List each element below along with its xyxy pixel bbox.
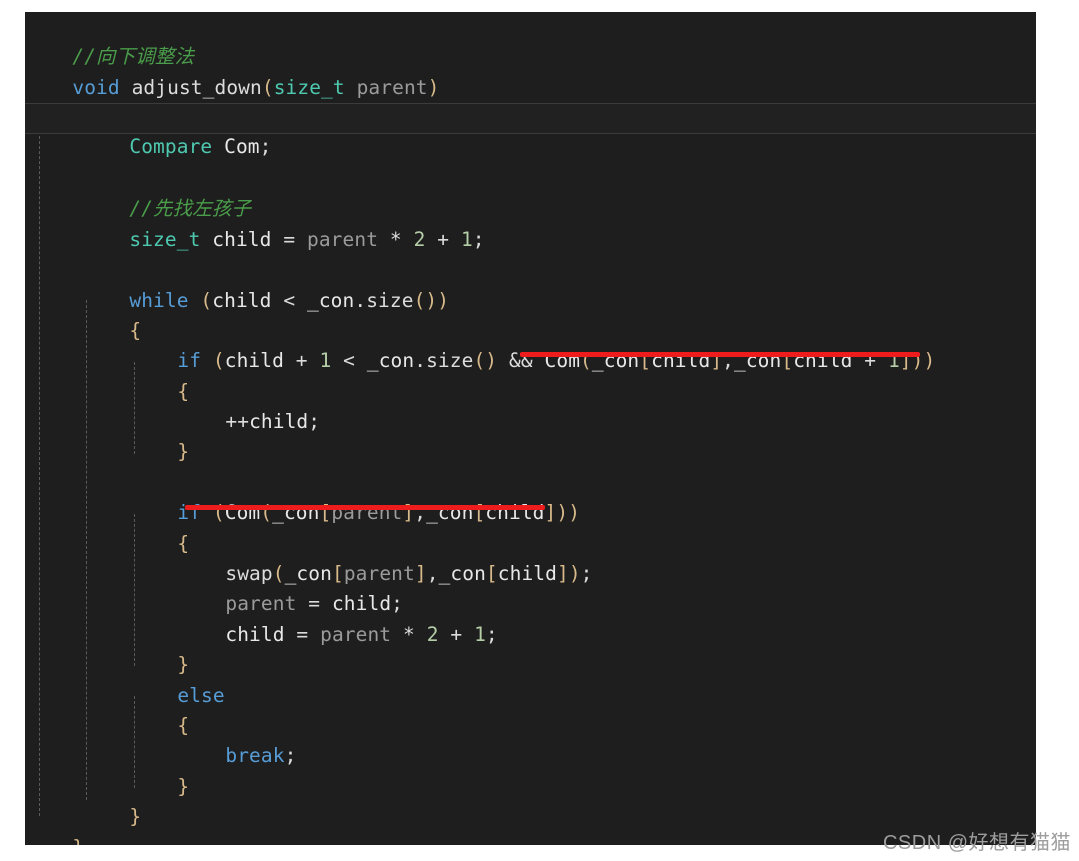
code-line: //先找左孩子 xyxy=(25,164,1036,220)
brace-close-function: } xyxy=(72,836,84,845)
code-line: } xyxy=(25,772,1036,828)
code-line: parent = child; xyxy=(25,559,1036,615)
code-line: { xyxy=(25,286,1036,342)
code-line: child = parent * 2 + 1; xyxy=(25,589,1036,646)
code-line: { xyxy=(25,498,1036,555)
code-line: else xyxy=(25,650,1036,707)
code-line: size_t child = parent * 2 + 1; xyxy=(25,194,1036,251)
code-line: //向下调整法 xyxy=(25,12,1036,68)
code-line: while (child < _con.size()) xyxy=(25,255,1036,312)
code-line: } xyxy=(25,407,1036,463)
code-line: { xyxy=(25,73,1036,129)
code-line: { xyxy=(25,681,1036,737)
red-underline-if-compare-siblings xyxy=(520,352,920,357)
csdn-watermark: CSDN @好想有猫猫 xyxy=(882,832,1071,854)
code-line-current: Compare Com; xyxy=(25,103,1036,158)
code-line: } xyxy=(25,741,1036,798)
code-line: } xyxy=(25,620,1036,676)
code-line: break; xyxy=(25,711,1036,767)
code-line: ++child; xyxy=(25,377,1036,433)
code-line: if (Com(_con[parent],_con[child])) xyxy=(25,468,1036,524)
code-line: if (child + 1 < _con.size() && Com(_con[… xyxy=(25,316,1036,372)
code-line: { xyxy=(25,346,1036,403)
code-line: swap(_con[parent],_con[child]); xyxy=(25,529,1036,585)
red-underline-if-compare-parent-child xyxy=(185,505,545,510)
code-line: void adjust_down(size_t parent) xyxy=(25,42,1036,99)
code-editor-panel: //向下调整法 void adjust_down(size_t parent) … xyxy=(25,12,1036,845)
